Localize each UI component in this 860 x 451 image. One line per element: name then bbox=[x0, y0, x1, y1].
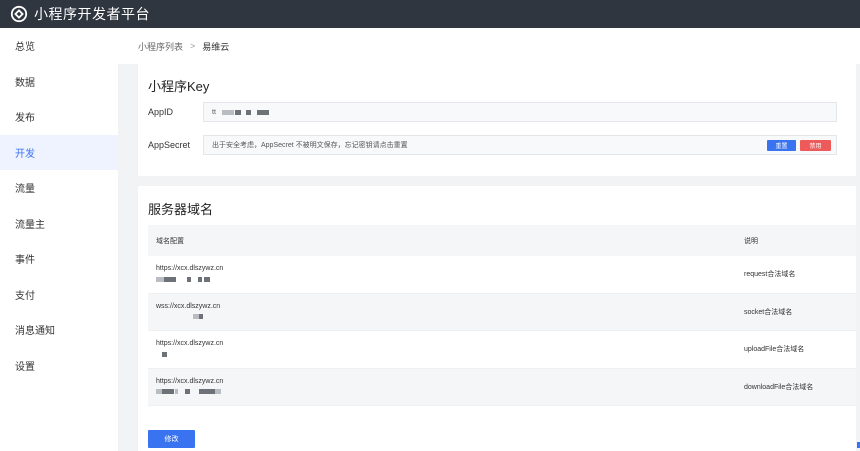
header-domain: 域名配置 bbox=[156, 237, 184, 245]
sidebar-item-data[interactable]: 数据 bbox=[0, 64, 118, 100]
appsecret-field: 出于安全考虑，AppSecret 不被明文保存，忘记密钥请点击重置 重置 禁用 bbox=[203, 135, 837, 155]
sidebar: 总览 数据 发布 开发 流量 流量主 事件 支付 消息通知 设置 bbox=[0, 28, 118, 451]
redaction-mask bbox=[215, 389, 221, 395]
sidebar-item-label: 发布 bbox=[15, 113, 35, 125]
redaction-mask bbox=[187, 276, 191, 282]
redaction-mask bbox=[256, 109, 269, 115]
description-cell: socket合法域名 bbox=[744, 308, 793, 316]
domain-section-title: 服务器域名 bbox=[148, 202, 214, 217]
redaction-mask bbox=[156, 276, 164, 282]
sidebar-item-develop[interactable]: 开发 bbox=[0, 134, 118, 170]
breadcrumb: 小程序列表 > 易维云 bbox=[118, 28, 860, 64]
redaction-mask bbox=[162, 351, 167, 357]
sidebar-item-settings[interactable]: 设置 bbox=[0, 348, 118, 384]
description-cell: downloadFile合法域名 bbox=[744, 383, 814, 391]
domain-cell: https://xcx.dlszywz.cn bbox=[148, 339, 737, 359]
sidebar-item-label: 事件 bbox=[15, 255, 35, 267]
table-row: wss://xcx.dlszywz.cn socket合法域名 bbox=[148, 293, 856, 331]
key-card: 小程序Key AppID tt AppSecret 出于安全考虑，AppSecr… bbox=[138, 64, 856, 176]
app-logo-icon bbox=[10, 5, 28, 23]
redaction-mask bbox=[198, 276, 202, 282]
domain-value: https://xcx.dlszywz.cn bbox=[156, 340, 224, 348]
sidebar-item-label: 开发 bbox=[15, 148, 35, 160]
breadcrumb-parent-link[interactable]: 小程序列表 bbox=[138, 40, 183, 53]
appid-prefix: tt bbox=[212, 108, 216, 116]
table-row: https://xcx.dlszywz.cn uploadFile合法域名 bbox=[148, 331, 856, 369]
redaction-mask bbox=[162, 389, 174, 395]
redaction-masks bbox=[152, 349, 737, 359]
domain-cell: wss://xcx.dlszywz.cn bbox=[148, 302, 737, 322]
sidebar-item-traffic[interactable]: 流量 bbox=[0, 170, 118, 206]
appsecret-row: AppSecret 出于安全考虑，AppSecret 不被明文保存，忘记密钥请点… bbox=[148, 135, 837, 155]
domain-cell: https://xcx.dlszywz.cn bbox=[148, 264, 737, 284]
sidebar-item-label: 设置 bbox=[15, 361, 35, 373]
redaction-mask bbox=[234, 109, 241, 115]
sidebar-item-notifications[interactable]: 消息通知 bbox=[0, 312, 118, 348]
redaction-masks bbox=[152, 274, 737, 284]
disable-button[interactable]: 禁用 bbox=[800, 140, 831, 151]
app-title: 小程序开发者平台 bbox=[34, 6, 150, 22]
redaction-masks bbox=[152, 387, 737, 397]
redaction-mask bbox=[221, 109, 234, 115]
redaction-mask bbox=[164, 276, 176, 282]
table-header: 域名配置 说明 bbox=[148, 225, 856, 256]
sidebar-item-label: 数据 bbox=[15, 77, 35, 89]
sidebar-item-label: 总览 bbox=[15, 42, 35, 54]
table-row: https://xcx.dlszywz.cn downloadFile合法域名 bbox=[148, 368, 856, 406]
redaction-mask bbox=[185, 389, 190, 395]
description-cell: uploadFile合法域名 bbox=[744, 346, 805, 354]
redaction-masks bbox=[152, 312, 737, 322]
sidebar-item-label: 支付 bbox=[15, 290, 35, 302]
header-description: 说明 bbox=[744, 237, 758, 245]
domain-card: 服务器域名 域名配置 说明 https://xcx.dlszywz.cn req… bbox=[138, 186, 856, 451]
redaction-mask bbox=[199, 389, 215, 395]
domain-value: https://xcx.dlszywz.cn bbox=[156, 377, 224, 385]
domain-value: https://xcx.dlszywz.cn bbox=[156, 265, 224, 273]
description-cell: request合法域名 bbox=[744, 271, 796, 279]
sidebar-item-events[interactable]: 事件 bbox=[0, 241, 118, 277]
table-row: https://xcx.dlszywz.cn request合法域名 bbox=[148, 256, 856, 294]
reset-button[interactable]: 重置 bbox=[767, 140, 796, 151]
breadcrumb-current: 易维云 bbox=[202, 41, 230, 52]
appid-field[interactable]: tt bbox=[203, 102, 837, 122]
breadcrumb-separator: > bbox=[190, 41, 196, 51]
appid-label: AppID bbox=[148, 107, 174, 117]
appsecret-label: AppSecret bbox=[148, 140, 191, 150]
sidebar-item-overview[interactable]: 总览 bbox=[0, 28, 118, 64]
sidebar-item-label: 消息通知 bbox=[15, 326, 55, 338]
key-section-title: 小程序Key bbox=[148, 79, 210, 94]
modify-button[interactable]: 修改 bbox=[148, 430, 195, 448]
domain-value: wss://xcx.dlszywz.cn bbox=[156, 302, 221, 310]
sidebar-item-label: 流量主 bbox=[15, 219, 45, 231]
appsecret-hint: 出于安全考虑，AppSecret 不被明文保存，忘记密钥请点击重置 bbox=[212, 142, 408, 149]
sidebar-item-traffic-owner[interactable]: 流量主 bbox=[0, 206, 118, 242]
redaction-mask bbox=[175, 389, 178, 395]
sidebar-item-payment[interactable]: 支付 bbox=[0, 277, 118, 313]
top-bar: 小程序开发者平台 bbox=[0, 0, 860, 28]
sidebar-item-publish[interactable]: 发布 bbox=[0, 99, 118, 135]
redaction-mask bbox=[204, 276, 210, 282]
redaction-mask bbox=[245, 109, 251, 115]
redaction-mask bbox=[199, 314, 203, 320]
main-content: 小程序列表 > 易维云 小程序Key AppID tt AppSecret 出于… bbox=[118, 28, 860, 451]
appid-row: AppID tt bbox=[148, 102, 837, 122]
domain-table: 域名配置 说明 https://xcx.dlszywz.cn request合法… bbox=[148, 225, 856, 406]
domain-cell: https://xcx.dlszywz.cn bbox=[148, 377, 737, 397]
sidebar-item-label: 流量 bbox=[15, 184, 35, 196]
